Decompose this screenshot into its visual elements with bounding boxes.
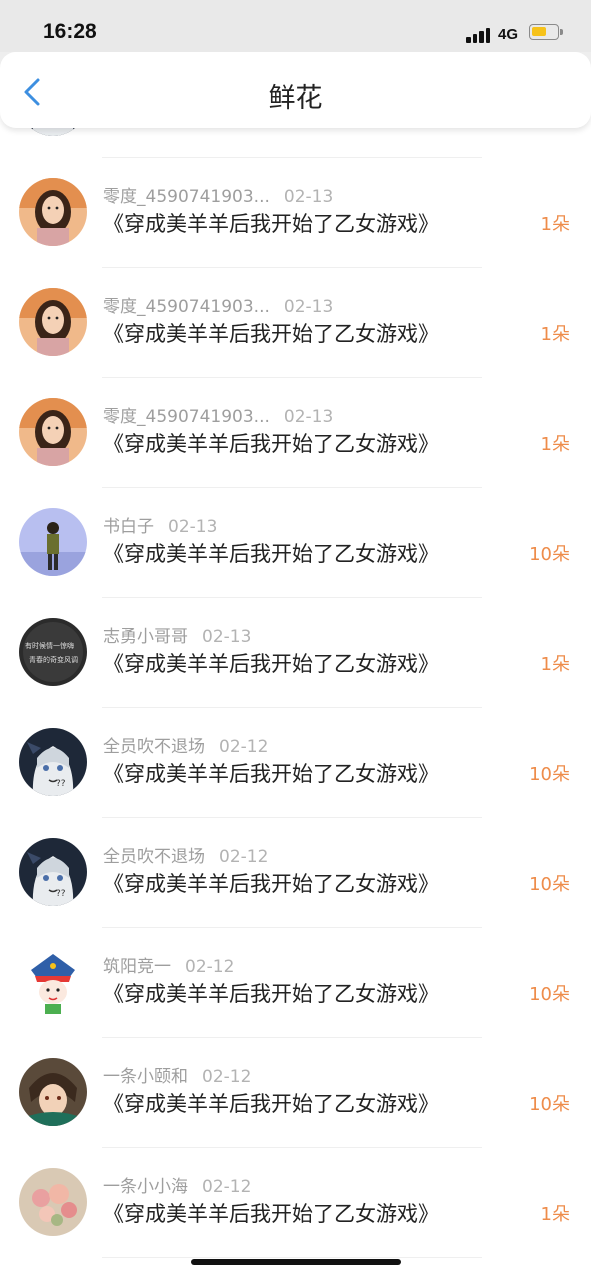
user-meta: 一条小小海 02-12 — [103, 1172, 251, 1197]
home-indicator[interactable] — [191, 1259, 401, 1265]
flower-count: 1朵 — [540, 654, 570, 675]
anime-girl-avatar[interactable]: ?? — [19, 728, 87, 796]
book-title: 《穿成美羊羊后我开始了乙女游戏》 — [103, 652, 439, 676]
book-title: 《穿成美羊羊后我开始了乙女游戏》 — [103, 542, 439, 566]
user-name[interactable]: 零度_4590741903... — [103, 187, 270, 207]
battery-icon — [529, 24, 563, 40]
user-name[interactable]: 书白子 — [103, 517, 154, 537]
list-item[interactable]: 书白子 02-13 《穿成美羊羊后我开始了乙女游戏》 10朵 — [0, 488, 591, 598]
list-item[interactable]: 筑阳竞一 02-12 《穿成美羊羊后我开始了乙女游戏》 10朵 — [0, 928, 591, 1038]
flower-count: 10朵 — [529, 984, 570, 1005]
user-meta: 筑阳竞一 02-12 — [103, 952, 234, 977]
anime-girl-avatar[interactable]: ?? — [19, 838, 87, 906]
svg-text:有时候情一惊嗨: 有时候情一惊嗨 — [25, 641, 74, 650]
list-item[interactable]: 零度_4590741903... 02-13 《穿成美羊羊后我开始了乙女游戏》 1朵 — [0, 268, 591, 378]
photo-girl-avatar[interactable] — [19, 178, 87, 246]
list-item[interactable]: 一条小颐和 02-12 《穿成美羊羊后我开始了乙女游戏》 10朵 — [0, 1038, 591, 1148]
gift-date: 02-13 — [168, 517, 218, 537]
status-time: 16:28 — [43, 20, 97, 43]
list-item[interactable]: 有时候情一惊嗨 青春的奇变风调 志勇小哥哥 02-13 《穿成美羊羊后我开始了乙女游戏》… — [0, 598, 591, 708]
flower-count: 10朵 — [529, 874, 570, 895]
flowers-avatar[interactable] — [19, 1168, 87, 1236]
user-name[interactable]: 一条小颐和 — [103, 1067, 188, 1087]
list-item[interactable]: ?? 全员吹不退场 02-12 《穿成美羊羊后我开始了乙女游戏》 10朵 — [0, 708, 591, 818]
signal-icon — [466, 26, 494, 43]
photo-girl-avatar[interactable] — [19, 288, 87, 356]
gift-date: 02-12 — [219, 847, 269, 867]
book-title: 《穿成美羊羊后我开始了乙女游戏》 — [103, 1202, 439, 1226]
book-title: 《穿成美羊羊后我开始了乙女游戏》 — [103, 872, 439, 896]
flower-count: 10朵 — [529, 764, 570, 785]
user-meta: 零度_4590741903... 02-13 — [103, 292, 333, 317]
flower-count: 10朵 — [529, 544, 570, 565]
user-meta: 全员吹不退场 02-12 — [103, 842, 268, 867]
svg-text:??: ?? — [56, 779, 66, 789]
book-title: 《穿成美羊羊后我开始了乙女游戏》 — [103, 212, 439, 236]
divider — [102, 1257, 482, 1258]
user-name[interactable]: 全员吹不退场 — [103, 737, 205, 757]
dark-text-avatar[interactable]: 有时候情一惊嗨青春的奇变风调 — [19, 618, 87, 686]
user-meta: 零度_4590741903... 02-13 — [103, 402, 333, 427]
anime-boy-avatar[interactable] — [19, 1058, 87, 1126]
flower-count: 1朵 — [540, 434, 570, 455]
gift-date: 02-12 — [202, 1177, 252, 1197]
book-title: 《穿成美羊羊后我开始了乙女游戏》 — [103, 762, 439, 786]
status-bar: 16:28 4G — [0, 0, 591, 52]
list-item[interactable]: 零度_4590741903... 02-13 《穿成美羊羊后我开始了乙女游戏》 1朵 — [0, 378, 591, 488]
user-name[interactable]: 筑阳竞一 — [103, 957, 171, 977]
gift-date: 02-12 — [202, 1067, 252, 1087]
gift-date: 02-12 — [219, 737, 269, 757]
svg-text:青春的奇变风调: 青春的奇变风调 — [29, 655, 78, 664]
book-title: 《穿成美羊羊后我开始了乙女游戏》 — [103, 982, 439, 1006]
user-meta: 书白子 02-13 — [103, 512, 217, 537]
book-title: 《穿成美羊羊后我开始了乙女游戏》 — [103, 432, 439, 456]
page-title: 鲜花 — [268, 83, 323, 114]
flower-list: ?? 《穿成美羊羊后我开始了乙女游戏》 10朵 零度_4590741903... 02-… — [0, 52, 591, 1258]
nav-bar: 鲜花 — [0, 52, 591, 128]
list-item[interactable]: 一条小小海 02-12 《穿成美羊羊后我开始了乙女游戏》 1朵 — [0, 1148, 591, 1258]
flower-count: 1朵 — [540, 214, 570, 235]
network-label: 4G — [498, 26, 519, 43]
flower-count: 10朵 — [529, 1094, 570, 1115]
flower-count: 1朵 — [540, 1204, 570, 1225]
svg-text:??: ?? — [56, 889, 66, 899]
list-item[interactable]: 零度_4590741903... 02-13 《穿成美羊羊后我开始了乙女游戏》 1朵 — [0, 158, 591, 268]
user-meta: 一条小颐和 02-12 — [103, 1062, 251, 1087]
user-name[interactable]: 全员吹不退场 — [103, 847, 205, 867]
user-name[interactable]: 零度_4590741903... — [103, 297, 270, 317]
user-name[interactable]: 一条小小海 — [103, 1177, 188, 1197]
flowers-panel: 鲜花 ?? 《穿成美羊羊后我开始了乙女游戏》 10朵 零度_4590741903...… — [0, 52, 591, 1280]
flower-count: 1朵 — [540, 324, 570, 345]
photo-girl-avatar[interactable] — [19, 398, 87, 466]
user-meta: 志勇小哥哥 02-13 — [103, 622, 251, 647]
gift-date: 02-13 — [202, 627, 252, 647]
gift-date: 02-13 — [283, 187, 334, 207]
user-meta: 全员吹不退场 02-12 — [103, 732, 268, 757]
person-sky-avatar[interactable] — [19, 508, 87, 576]
book-title: 《穿成美羊羊后我开始了乙女游戏》 — [103, 1092, 439, 1116]
list-item[interactable]: ?? 全员吹不退场 02-12 《穿成美羊羊后我开始了乙女游戏》 10朵 — [0, 818, 591, 928]
user-name[interactable]: 零度_4590741903... — [103, 407, 270, 427]
gift-date: 02-13 — [283, 407, 334, 427]
book-title: 《穿成美羊羊后我开始了乙女游戏》 — [103, 322, 439, 346]
cartoon-cat-avatar[interactable] — [19, 948, 87, 1016]
gift-date: 02-12 — [185, 957, 235, 977]
user-meta: 零度_4590741903... 02-13 — [103, 182, 333, 207]
user-name[interactable]: 志勇小哥哥 — [103, 627, 188, 647]
gift-date: 02-13 — [283, 297, 334, 317]
